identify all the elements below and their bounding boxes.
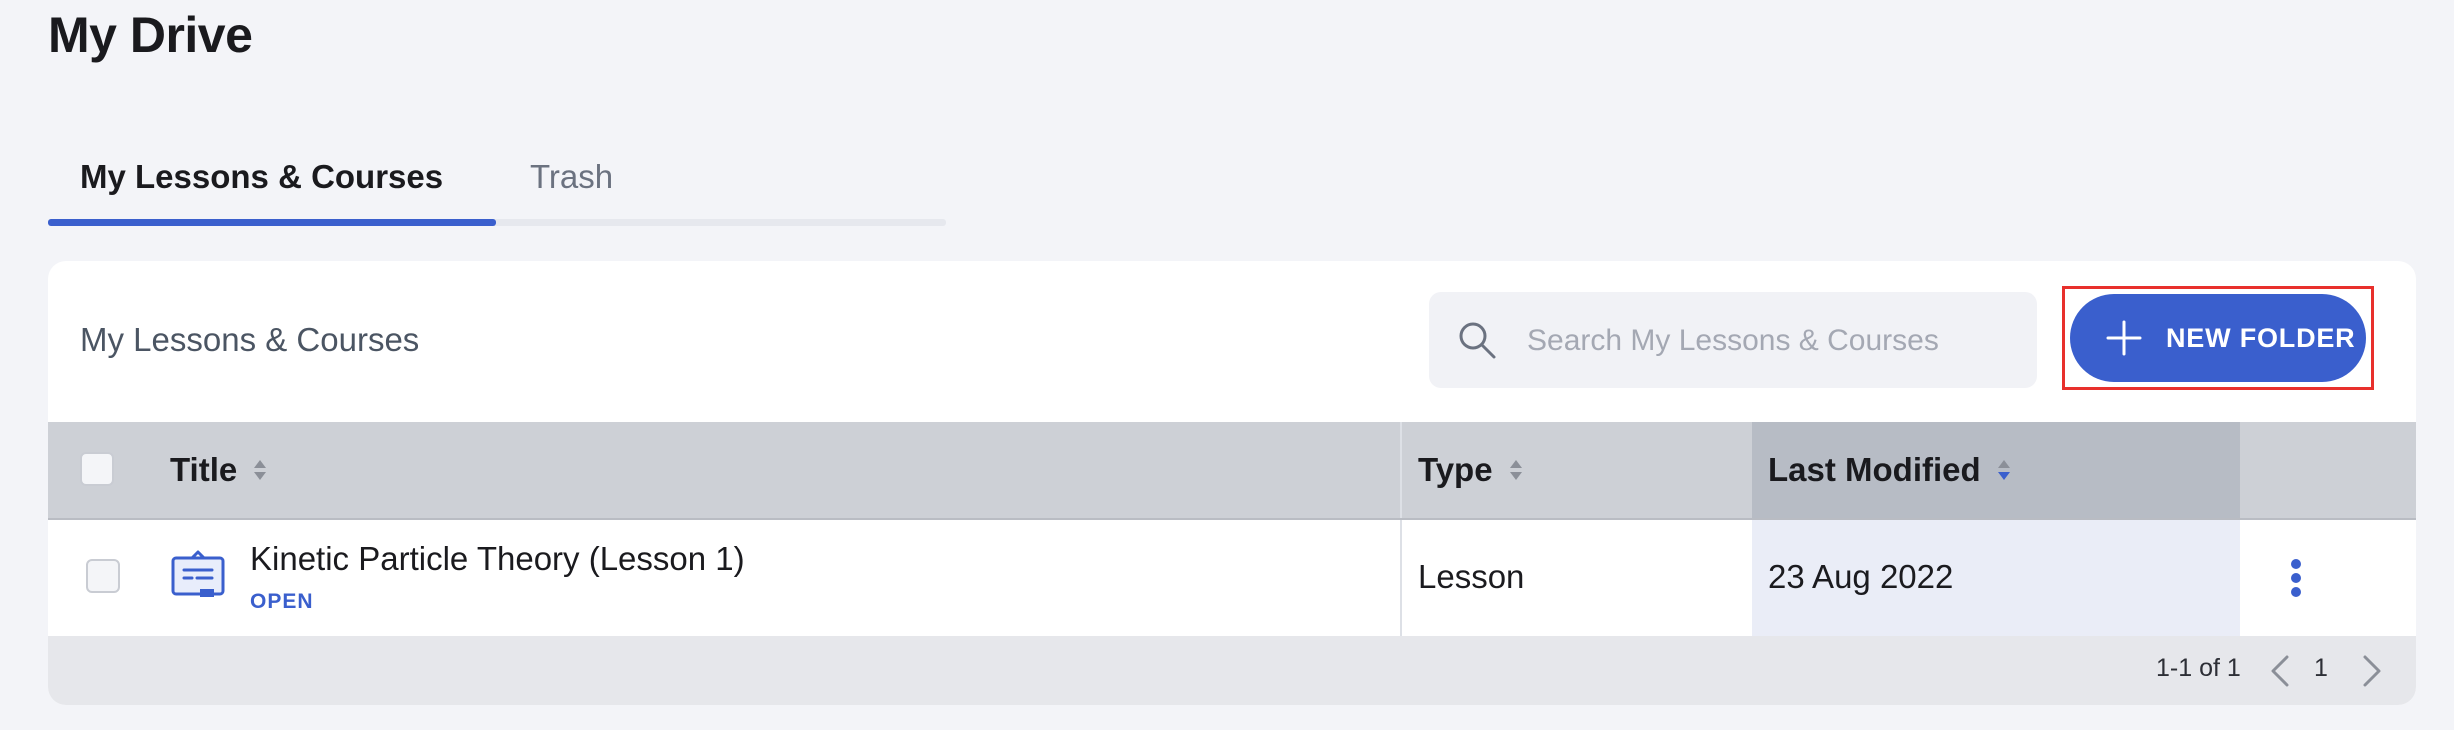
header-last-modified[interactable]: Last Modified — [1752, 422, 2240, 518]
table-footer: 1-1 of 1 1 — [48, 636, 2416, 705]
tab-bar: My Lessons & Courses Trash — [48, 150, 946, 226]
plus-icon — [2106, 320, 2142, 356]
tab-trash[interactable]: Trash — [530, 158, 613, 196]
more-options-icon[interactable] — [2290, 558, 2302, 598]
column-divider — [1400, 422, 1402, 518]
new-folder-button[interactable]: NEW FOLDER — [2070, 294, 2366, 382]
pagination-page[interactable]: 1 — [2314, 654, 2328, 683]
select-all-checkbox[interactable] — [80, 452, 114, 486]
tab-active-indicator — [48, 219, 496, 226]
new-folder-highlight: NEW FOLDER — [2062, 286, 2374, 390]
sort-icon — [1509, 460, 1522, 480]
sort-icon — [254, 460, 267, 480]
row-last-modified-cell: 23 Aug 2022 — [1752, 520, 2240, 636]
table-row[interactable]: Kinetic Particle Theory (Lesson 1) OPEN … — [48, 520, 2416, 636]
page-title: My Drive — [48, 7, 253, 63]
my-drive-page: My Drive My Lessons & Courses Trash My L… — [0, 0, 2454, 730]
sort-desc-icon — [1997, 460, 2010, 480]
header-type[interactable]: Type — [1418, 422, 1523, 518]
chevron-left-icon[interactable] — [2268, 654, 2292, 688]
tab-my-lessons-courses[interactable]: My Lessons & Courses — [80, 158, 443, 196]
lessons-card: My Lessons & Courses NEW FOLDER Titl — [48, 261, 2416, 705]
card-title: My Lessons & Courses — [80, 321, 420, 358]
header-type-label: Type — [1418, 451, 1493, 488]
open-link[interactable]: OPEN — [250, 590, 314, 614]
row-last-modified: 23 Aug 2022 — [1768, 558, 1954, 595]
row-title[interactable]: Kinetic Particle Theory (Lesson 1) — [250, 540, 745, 578]
header-last-modified-label: Last Modified — [1768, 451, 1981, 488]
search-box[interactable] — [1429, 292, 2037, 388]
lesson-board-icon — [171, 550, 225, 597]
table-header: Title Type Last Modified — [48, 422, 2416, 520]
pagination-range: 1-1 of 1 — [2156, 654, 2241, 682]
row-checkbox[interactable] — [86, 559, 120, 593]
new-folder-label: NEW FOLDER — [2166, 322, 2356, 353]
column-divider — [1400, 520, 1402, 636]
search-input[interactable] — [1525, 314, 2009, 368]
row-type: Lesson — [1418, 558, 1525, 595]
chevron-right-icon[interactable] — [2360, 654, 2384, 688]
header-title[interactable]: Title — [170, 422, 267, 518]
search-icon — [1459, 322, 1496, 359]
header-title-label: Title — [170, 451, 238, 488]
